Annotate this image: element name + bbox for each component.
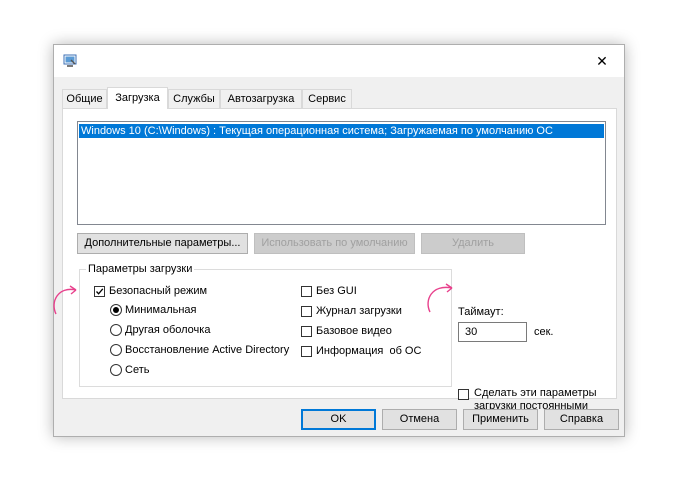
set-default-button[interactable]: Использовать по умолчанию [254,233,415,254]
radio-ad-repair[interactable]: Восстановление Active Directory [110,344,289,356]
checkbox-empty-icon [301,305,312,317]
make-permanent-checkbox[interactable] [458,387,473,400]
delete-button[interactable]: Удалить [421,233,525,254]
radio-alternate-shell-label: Другая оболочка [125,324,211,336]
radio-empty-icon [110,344,122,356]
os-boot-info-label: Информация об ОС [316,345,422,357]
radio-minimal-label: Минимальная [125,304,197,316]
ok-button[interactable]: OK [301,409,376,430]
checkbox-empty-icon [301,345,312,357]
os-list[interactable]: Windows 10 (C:\Windows) : Текущая операц… [77,121,606,225]
tab-boot[interactable]: Загрузка [107,87,168,109]
boot-log-checkbox[interactable]: Журнал загрузки [301,305,402,317]
timeout-label: Таймаут: [458,306,504,318]
radio-alternate-shell[interactable]: Другая оболочка [110,324,210,336]
advanced-options-button[interactable]: Дополнительные параметры... [77,233,248,254]
boot-options-group: Параметры загрузки Безопасный режим Мини… [79,262,452,387]
tab-general[interactable]: Общие [62,89,107,108]
timeout-input[interactable]: 30 [458,322,527,342]
radio-minimal[interactable]: Минимальная [110,304,197,316]
title-bar: ✕ [54,45,624,77]
close-icon: ✕ [596,52,608,69]
radio-selected-icon [110,304,122,316]
tab-tools[interactable]: Сервис [302,89,352,108]
checkbox-empty-icon [458,389,469,400]
timeout-unit: сек. [534,326,554,338]
annotation-arrow-timeout [427,283,453,313]
annotation-arrow-safe-boot [53,285,77,315]
cancel-button[interactable]: Отмена [382,409,457,430]
make-permanent-label-line1: Сделать эти параметры [474,387,597,399]
close-button[interactable]: ✕ [580,45,624,77]
boot-tab-panel: Windows 10 (C:\Windows) : Текущая операц… [62,108,617,412]
system-configuration-window: ✕ Общие Загрузка Службы Автозагрузка Сер… [53,44,625,437]
no-gui-checkbox[interactable]: Без GUI [301,285,357,297]
tab-services[interactable]: Службы [168,89,220,108]
radio-ad-repair-label: Восстановление Active Directory [125,344,290,356]
radio-empty-icon [110,364,122,376]
apply-button[interactable]: Применить [463,409,538,430]
system-configuration-icon [63,54,77,68]
radio-network-label: Сеть [125,364,150,376]
help-button[interactable]: Справка [544,409,619,430]
base-video-label: Базовое видео [316,325,392,337]
checkbox-checked-icon [94,285,105,297]
os-list-item-selected[interactable]: Windows 10 (C:\Windows) : Текущая операц… [79,124,604,138]
base-video-checkbox[interactable]: Базовое видео [301,325,392,337]
boot-log-label: Журнал загрузки [316,305,402,317]
tab-startup[interactable]: Автозагрузка [220,89,302,108]
boot-options-title: Параметры загрузки [86,262,195,276]
safe-boot-checkbox[interactable]: Безопасный режим [94,285,207,297]
checkbox-empty-icon [301,285,312,297]
radio-network[interactable]: Сеть [110,364,149,376]
radio-empty-icon [110,324,122,336]
os-boot-info-checkbox[interactable]: Информация об ОС [301,345,421,357]
no-gui-label: Без GUI [316,285,357,297]
safe-boot-label: Безопасный режим [109,285,208,297]
checkbox-empty-icon [301,325,312,337]
